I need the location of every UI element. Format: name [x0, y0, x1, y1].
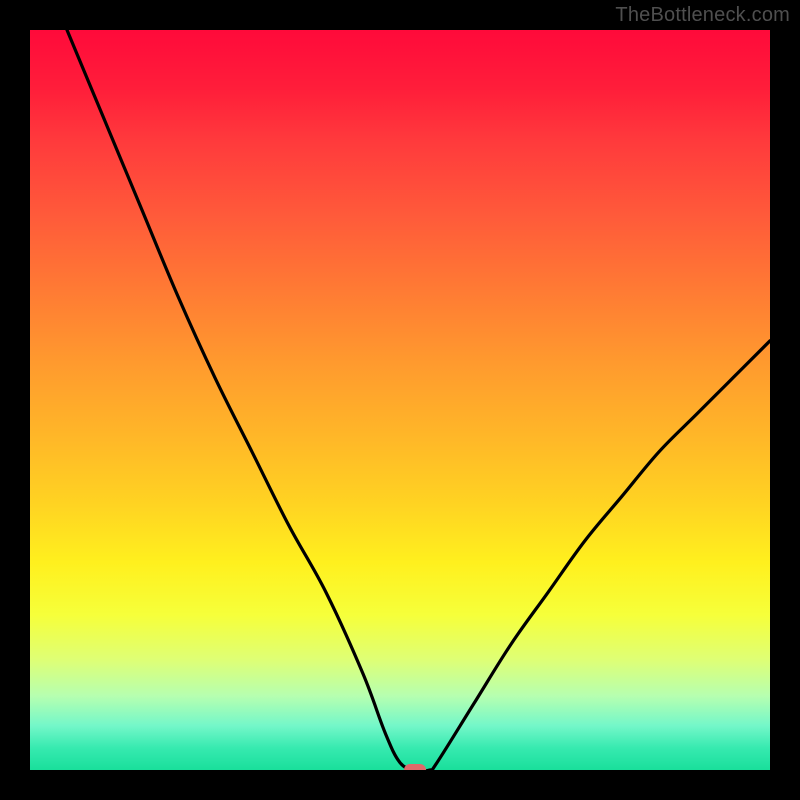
min-marker — [404, 764, 426, 770]
curve-svg — [30, 30, 770, 770]
watermark-text: TheBottleneck.com — [615, 4, 790, 27]
bottleneck-curve — [67, 30, 770, 770]
chart-frame: TheBottleneck.com — [0, 0, 800, 800]
plot-area — [30, 30, 770, 770]
